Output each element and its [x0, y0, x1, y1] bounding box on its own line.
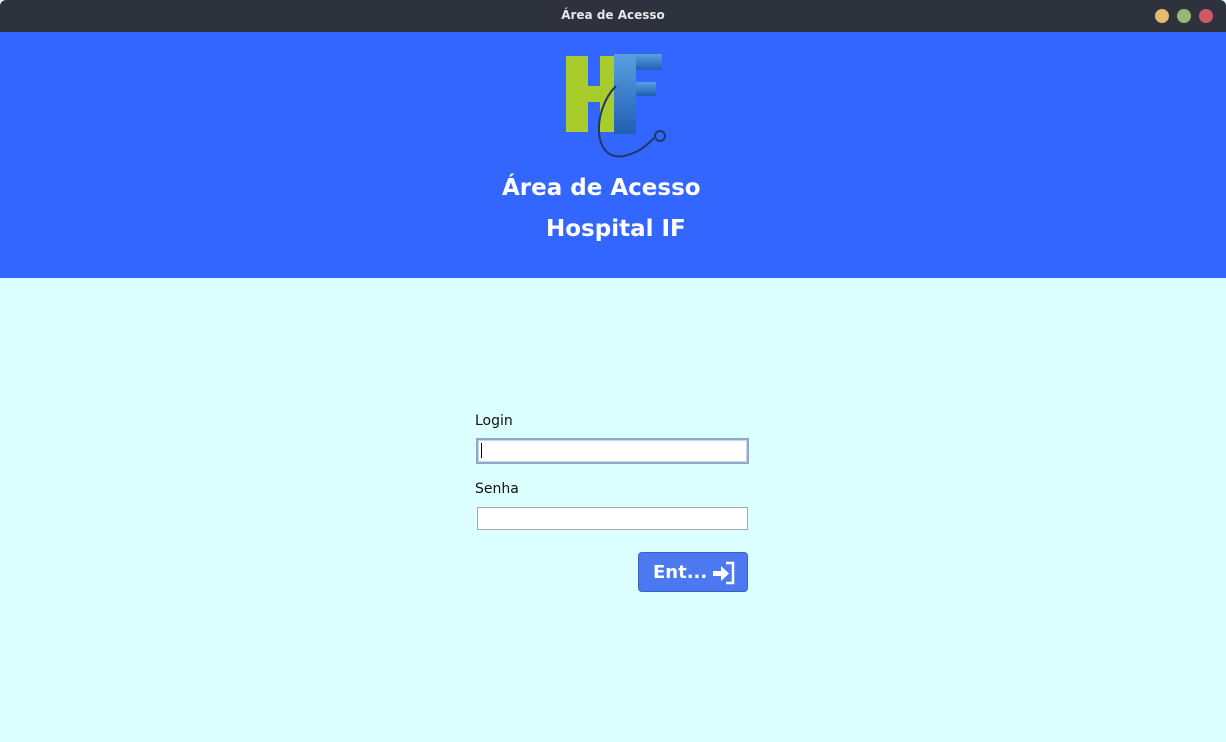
title-bar[interactable]: Área de Acesso	[0, 0, 1226, 32]
page-title: Área de Acesso	[502, 175, 701, 201]
minimize-button[interactable]	[1155, 9, 1169, 23]
header-banner: Área de Acesso Hospital IF	[0, 32, 1226, 278]
enter-button-label: Ent...	[653, 562, 708, 583]
hospital-if-logo-icon	[566, 54, 666, 158]
close-button[interactable]	[1199, 9, 1213, 23]
text-caret	[481, 443, 482, 458]
enter-icon	[713, 561, 735, 585]
senha-input[interactable]	[477, 507, 748, 530]
login-input[interactable]	[476, 438, 749, 464]
maximize-button[interactable]	[1177, 9, 1191, 23]
page-subtitle: Hospital IF	[546, 216, 686, 242]
senha-label: Senha	[475, 481, 519, 497]
login-label: Login	[475, 413, 513, 429]
app-window: Área de Acesso Área de Acesso Hospital I…	[0, 0, 1226, 742]
enter-button[interactable]: Ent...	[638, 552, 748, 592]
window-title: Área de Acesso	[561, 8, 665, 22]
